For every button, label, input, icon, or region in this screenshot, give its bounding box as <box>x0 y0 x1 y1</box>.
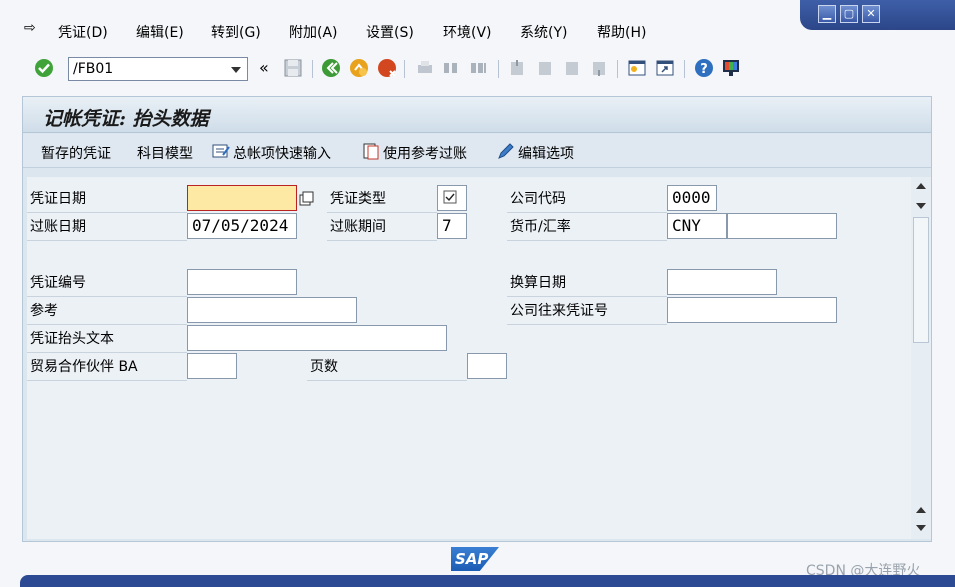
posting-period-label: 过账期间 <box>327 215 437 241</box>
menu-exit-icon[interactable]: ⇨ <box>24 20 42 36</box>
save-icon[interactable] <box>282 57 304 79</box>
pages-label: 页数 <box>307 355 467 381</box>
command-field-value: /FB01 <box>73 61 114 77</box>
document-type-label: 凭证类型 <box>327 187 437 213</box>
find-icon[interactable] <box>440 57 462 79</box>
pencil-icon[interactable] <box>496 141 516 161</box>
posting-date-label: 过账日期 <box>27 215 187 241</box>
customize-layout-icon[interactable] <box>720 57 742 79</box>
menu-document[interactable]: 凭证(D) <box>58 22 108 42</box>
toolbar-separator <box>617 60 618 78</box>
menu-edit[interactable]: 编辑(E) <box>136 22 184 42</box>
company-code-input[interactable]: 0000 <box>667 185 717 211</box>
scroll-up-icon[interactable] <box>916 507 926 513</box>
checkbox-check-icon <box>443 190 457 204</box>
document-number-input[interactable] <box>187 269 297 295</box>
park-document-button[interactable]: 暂存的凭证 <box>41 143 111 163</box>
document-number-label: 凭证编号 <box>27 271 187 297</box>
menu-goto[interactable]: 转到(G) <box>211 22 261 42</box>
intercompany-number-input[interactable] <box>667 297 837 323</box>
scroll-down-icon[interactable] <box>916 525 926 531</box>
edit-options-button[interactable]: 编辑选项 <box>518 143 574 163</box>
reference-label: 参考 <box>27 299 187 325</box>
first-page-icon[interactable] <box>506 57 528 79</box>
create-session-icon[interactable] <box>626 57 648 79</box>
chevron-down-icon[interactable] <box>231 67 241 73</box>
cancel-icon[interactable] <box>376 57 398 79</box>
scroll-down-icon[interactable] <box>916 203 926 209</box>
toolbar-separator <box>498 60 499 78</box>
menu-settings[interactable]: 设置(S) <box>366 22 414 42</box>
screen-title: 记帐凭证: 抬头数据 <box>43 108 209 130</box>
application-toolbar: 暂存的凭证 科目模型 总帐项快速输入 使用参考过账 编辑选项 <box>23 134 931 168</box>
document-type-input[interactable] <box>437 185 467 211</box>
menu-extras[interactable]: 附加(A) <box>289 22 338 42</box>
menu-bar: ⇨ 凭证(D) 编辑(E) 转到(G) 附加(A) 设置(S) 环境(V) 系统… <box>0 18 955 44</box>
standard-toolbar: /FB01 « ? <box>0 52 955 84</box>
document-date-label: 凭证日期 <box>27 187 187 213</box>
gl-fast-entry-button[interactable]: 总帐项快速输入 <box>233 143 331 163</box>
last-page-icon[interactable] <box>588 57 610 79</box>
find-next-icon[interactable] <box>468 57 490 79</box>
currency-rate-label: 货币/汇率 <box>507 215 667 241</box>
posting-period-input[interactable]: 7 <box>437 213 467 239</box>
pages-input[interactable] <box>467 353 507 379</box>
account-model-button[interactable]: 科目模型 <box>137 143 193 163</box>
toolbar-separator <box>312 60 313 78</box>
shortcut-icon[interactable] <box>654 57 676 79</box>
gl-fast-entry-icon[interactable] <box>211 141 231 161</box>
screen-title-bar: 记帐凭证: 抬头数据 <box>23 97 931 133</box>
help-icon[interactable]: ? <box>693 57 715 79</box>
scroll-up-icon[interactable] <box>916 183 926 189</box>
command-field[interactable]: /FB01 <box>68 57 248 81</box>
post-with-reference-icon[interactable] <box>361 141 381 161</box>
next-page-icon[interactable] <box>561 57 583 79</box>
previous-page-icon[interactable] <box>534 57 556 79</box>
trading-partner-input[interactable] <box>187 353 237 379</box>
scrollbar-thumb[interactable] <box>913 217 929 343</box>
menu-environment[interactable]: 环境(V) <box>443 22 492 42</box>
exit-icon[interactable] <box>348 57 370 79</box>
back-icon[interactable] <box>320 57 342 79</box>
posting-date-input[interactable]: 07/05/2024 <box>187 213 297 239</box>
menu-system[interactable]: 系统(Y) <box>520 22 567 42</box>
header-text-label: 凭证抬头文本 <box>27 327 187 353</box>
document-date-input[interactable] <box>187 185 297 211</box>
calendar-help-icon[interactable] <box>299 191 315 207</box>
toolbar-separator <box>404 60 405 78</box>
enter-check-icon[interactable] <box>33 57 55 79</box>
exchange-rate-input[interactable] <box>727 213 837 239</box>
sap-logo: SAP <box>451 547 499 571</box>
header-data-form: 凭证日期 凭证类型 公司代码 0000 过账日期 07/05/2024 过账期间… <box>27 177 911 539</box>
translation-date-label: 换算日期 <box>507 271 667 297</box>
main-panel: 记帐凭证: 抬头数据 暂存的凭证 科目模型 总帐项快速输入 使用参考过账 编辑选… <box>22 96 932 542</box>
intercompany-number-label: 公司往来凭证号 <box>507 299 667 325</box>
post-with-reference-button[interactable]: 使用参考过账 <box>383 143 467 163</box>
vertical-scrollbar[interactable] <box>911 177 931 539</box>
trading-partner-label: 贸易合作伙伴 BA <box>27 355 187 381</box>
translation-date-input[interactable] <box>667 269 777 295</box>
toolbar-separator <box>684 60 685 78</box>
company-code-label: 公司代码 <box>507 187 667 213</box>
reference-input[interactable] <box>187 297 357 323</box>
print-icon[interactable] <box>414 57 436 79</box>
menu-help[interactable]: 帮助(H) <box>597 22 646 42</box>
currency-input[interactable]: CNY <box>667 213 727 239</box>
collapse-double-chevron-icon[interactable]: « <box>259 58 269 77</box>
header-text-input[interactable] <box>187 325 447 351</box>
svg-text:?: ? <box>700 62 708 77</box>
status-bar <box>20 575 955 587</box>
